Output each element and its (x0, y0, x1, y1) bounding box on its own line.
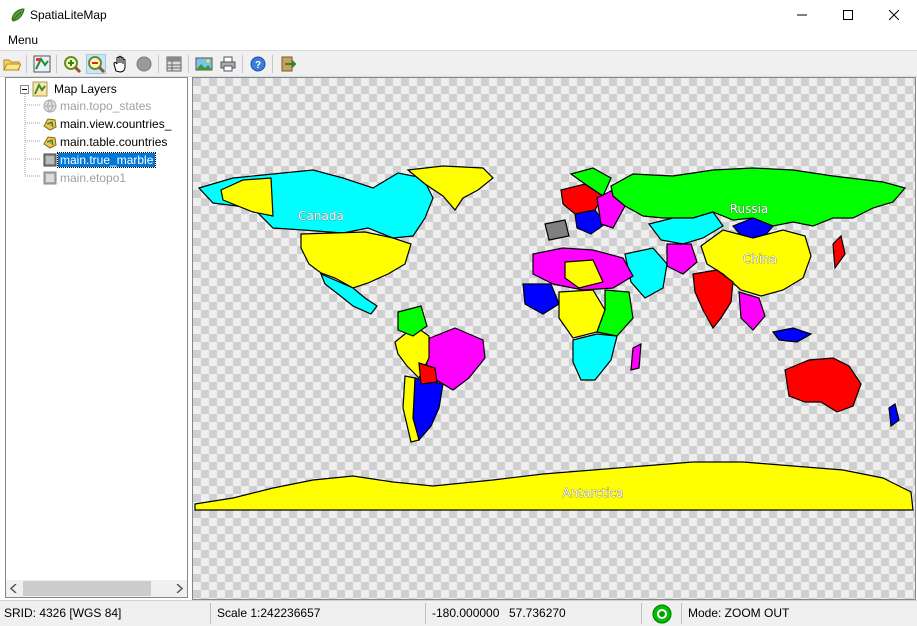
layer-item[interactable]: main.view.countries_ (42, 115, 173, 132)
y-coordinate: 57.736270 (509, 606, 566, 620)
status-bar: SRID: 4326 [WGS 84] Scale 1:242236657 -1… (0, 600, 917, 626)
raster-layer-icon (43, 153, 57, 166)
land-madagascar (630, 342, 642, 371)
x-coordinate: -180.000000 (432, 606, 500, 620)
print-icon (220, 56, 236, 72)
close-icon (889, 10, 899, 20)
land-southern-africa (572, 333, 618, 381)
svg-text:?: ? (255, 60, 261, 71)
map-layers-icon (32, 81, 48, 97)
layer-item-selected[interactable]: main.true_marble (42, 151, 157, 168)
image-export-button[interactable] (194, 54, 214, 74)
land-indonesia (771, 327, 813, 343)
exit-icon (281, 56, 297, 72)
land-russia (610, 167, 907, 227)
help-icon: ? (250, 56, 266, 72)
exit-button[interactable] (278, 54, 298, 74)
land-new-zealand (888, 403, 900, 428)
pan-hand-icon (113, 55, 126, 73)
land-seasia (738, 291, 766, 331)
close-button[interactable] (871, 0, 917, 30)
pan-button[interactable] (110, 54, 130, 74)
land-iran (666, 243, 698, 275)
table-icon (166, 56, 182, 72)
maximize-icon (843, 10, 853, 20)
map-label-antarctica: Antarctica (562, 486, 623, 500)
scroll-thumb[interactable] (23, 581, 151, 596)
collapse-icon[interactable] (20, 84, 29, 94)
print-button[interactable] (218, 54, 238, 74)
status-indicator-icon (652, 604, 672, 624)
scroll-left-icon[interactable] (10, 584, 18, 593)
layer-config-button[interactable] (32, 54, 52, 74)
map-label-china: China (743, 252, 777, 266)
zoom-out-button[interactable] (86, 54, 106, 74)
layer-label: main.true_marble (56, 151, 157, 168)
stop-icon (136, 56, 152, 72)
layer-label: main.etopo1 (60, 170, 127, 185)
app-icon (11, 8, 25, 22)
mode-status: Mode: ZOOM OUT (688, 606, 790, 620)
horizontal-scrollbar[interactable] (6, 580, 187, 597)
layer-label: main.topo_states (60, 98, 152, 113)
menu-bar: Menu (0, 30, 917, 49)
layer-item[interactable]: main.etopo1 (42, 169, 128, 186)
land-usa (300, 231, 412, 289)
land-india (692, 269, 734, 330)
zoom-in-icon (64, 56, 81, 73)
map-label-russia: Russia (730, 202, 769, 216)
land-spain (544, 219, 570, 241)
layer-tree[interactable]: Map Layers main.topo_states main.view.co… (5, 77, 188, 598)
layer-config-icon (33, 55, 51, 73)
polygon-layer-icon (43, 117, 57, 131)
world-map: .c{stroke:#000;stroke-width:1.2;} .lbl{f… (194, 165, 914, 511)
polygon-layer-icon (43, 135, 57, 149)
window-title: SpatiaLiteMap (30, 8, 107, 22)
srid-status: SRID: 4326 [WGS 84] (4, 606, 122, 620)
land-west-africa (522, 283, 560, 315)
tree-root-label: Map Layers (54, 82, 117, 96)
globe-layer-icon (43, 99, 57, 113)
stop-button[interactable] (134, 54, 154, 74)
land-antarctica (194, 461, 914, 511)
title-bar: SpatiaLiteMap (0, 0, 917, 30)
minimize-icon (797, 14, 807, 16)
help-button[interactable]: ? (248, 54, 268, 74)
scroll-right-icon[interactable] (175, 584, 183, 593)
map-canvas[interactable]: .c{stroke:#000;stroke-width:1.2;} .lbl{f… (192, 77, 916, 600)
land-japan (832, 234, 846, 270)
raster-layer-icon (43, 171, 57, 184)
zoom-in-button[interactable] (62, 54, 82, 74)
toolbar: ? (0, 50, 917, 77)
table-button[interactable] (164, 54, 184, 74)
zoom-out-icon (88, 56, 105, 73)
menu-item-menu[interactable]: Menu (8, 33, 38, 47)
layer-item[interactable]: main.table.countries (42, 133, 169, 150)
open-button[interactable] (2, 54, 22, 74)
minimize-button[interactable] (779, 0, 825, 30)
map-label-canada: Canada (298, 209, 344, 223)
layer-label: main.view.countries_ (60, 116, 172, 131)
open-folder-icon (3, 59, 21, 71)
land-australia (784, 357, 862, 413)
layer-label: main.table.countries (60, 134, 168, 149)
image-export-icon (195, 57, 213, 71)
scale-status: Scale 1:242236657 (217, 606, 321, 620)
maximize-button[interactable] (825, 0, 871, 30)
layer-item[interactable]: main.topo_states (42, 97, 153, 114)
tree-root[interactable]: Map Layers (20, 81, 119, 97)
